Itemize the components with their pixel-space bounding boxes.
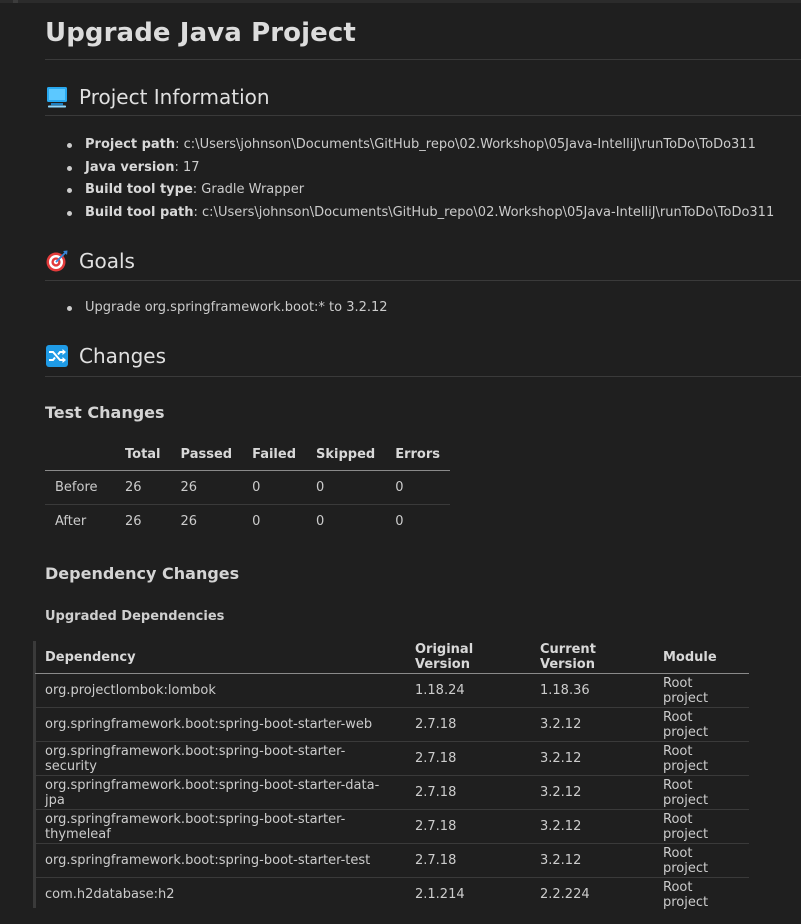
upgraded-dependencies-table: Dependency Original Version Current Vers… xyxy=(35,641,749,911)
column-header: Errors xyxy=(385,439,451,471)
table-cell: org.springframework.boot:spring-boot-sta… xyxy=(35,843,405,878)
table-cell: Before xyxy=(45,470,115,505)
table-cell: 26 xyxy=(180,514,198,529)
table-row: org.projectlombok:lombok 1.18.24 1.18.36 Ro… xyxy=(35,673,749,708)
table-cell: org.springframework.boot:spring-boot-sta… xyxy=(35,809,405,844)
table-cell: 0 xyxy=(252,514,261,529)
table-cell: 3.2.12 xyxy=(530,707,653,742)
project-info-heading-text: Project Information xyxy=(79,85,270,109)
list-item: Project path: c:\Users\johnson\Documents… xyxy=(45,134,774,157)
table-cell: Root project xyxy=(653,809,749,844)
project-info-heading: Project Information xyxy=(45,85,270,109)
table-cell: 3.2.12 xyxy=(530,775,653,810)
table-cell: Root project xyxy=(653,741,749,776)
table-header-row: Dependency Original Version Current Vers… xyxy=(35,641,749,674)
table-cell: 26 xyxy=(125,514,142,529)
list-item: Build tool type: Gradle Wrapper xyxy=(45,179,774,202)
list-item: Build tool path: c:\Users\johnson\Docume… xyxy=(45,202,774,225)
column-header: Original Version xyxy=(405,641,530,674)
goals-heading-text: Goals xyxy=(79,249,135,273)
build-tool-path-value: c:\Users\johnson\Documents\GitHub_repo\0… xyxy=(202,204,775,220)
column-header xyxy=(45,439,115,471)
table-cell: 0 xyxy=(242,470,307,505)
table-cell: Root project xyxy=(663,879,709,910)
table-cell: 2.7.18 xyxy=(405,741,530,776)
table-cell: org.projectlombok:lombok xyxy=(35,673,405,708)
table-cell: 2.1.214 xyxy=(415,887,465,902)
java-version-value: 17 xyxy=(182,159,200,175)
table-cell: 0 xyxy=(316,514,325,529)
table-cell: 0 xyxy=(306,470,386,505)
table-row: org.springframework.boot:spring-boot-sta… xyxy=(35,741,749,776)
target-icon xyxy=(45,249,69,273)
table-cell: org.springframework.boot:spring-boot-sta… xyxy=(35,741,405,776)
table-row: org.springframework.boot:spring-boot-sta… xyxy=(35,707,749,742)
item-label: Build tool type xyxy=(85,182,193,197)
table-cell: org.springframework.boot:spring-boot-sta… xyxy=(35,707,405,742)
table-cell: Root project xyxy=(653,843,749,878)
item-label: Java version xyxy=(85,159,175,175)
goals-divider xyxy=(45,280,801,281)
page-title: Upgrade Java Project xyxy=(45,18,356,48)
list-item: Upgrade org.springframework.boot:* to 3.… xyxy=(45,297,388,320)
table-cell: Root project xyxy=(653,707,749,742)
shuffle-icon xyxy=(45,344,69,368)
table-cell: 2.2.224 xyxy=(540,887,590,902)
column-header: Current Version xyxy=(530,641,653,674)
column-header: Total xyxy=(115,439,171,471)
build-tool-type-value: Gradle Wrapper xyxy=(201,182,305,197)
table-cell: After xyxy=(55,514,87,529)
column-header: Failed xyxy=(242,439,307,471)
table-cell: com.h2database:h2 xyxy=(45,887,175,902)
test-changes-table: Total Passed Failed Skipped Errors Befor… xyxy=(45,439,451,539)
table-cell: Root project xyxy=(653,673,749,708)
table-cell: 2.7.18 xyxy=(405,809,530,844)
item-label: Project path xyxy=(85,137,176,152)
column-header: Passed xyxy=(170,439,243,471)
table-cell: 3.2.12 xyxy=(530,843,653,878)
changes-heading: Changes xyxy=(45,344,166,368)
project-info-list: Project path: c:\Users\johnson\Documents… xyxy=(45,134,774,224)
test-changes-heading: Test Changes xyxy=(45,403,165,422)
table-cell: 3.2.12 xyxy=(530,809,653,844)
table-cell: 26 xyxy=(115,470,171,505)
column-header: Module xyxy=(653,641,749,674)
list-item: Java version: 17 xyxy=(45,157,774,180)
table-row: org.springframework.boot:spring-boot-sta… xyxy=(35,809,749,844)
table-cell: 1.18.36 xyxy=(530,673,653,708)
table-row: com.h2database:h2 2.1.214 2.2.224 Root proj… xyxy=(35,878,749,912)
table-header-row: Total Passed Failed Skipped Errors xyxy=(45,439,451,471)
table-cell: 2.7.18 xyxy=(405,707,530,742)
table-cell: org.springframework.boot:spring-boot-sta… xyxy=(35,775,405,810)
upgraded-dependencies-heading: Upgraded Dependencies xyxy=(45,609,225,624)
table-cell: 2.7.18 xyxy=(405,775,530,810)
table-row: After 26 26 0 0 0 xyxy=(45,505,450,539)
project-info-divider xyxy=(45,115,801,116)
changes-heading-text: Changes xyxy=(79,344,166,368)
table-cell: Root project xyxy=(653,775,749,810)
table-row: org.springframework.boot:spring-boot-sta… xyxy=(35,775,749,810)
table-cell: 3.2.12 xyxy=(530,741,653,776)
computer-icon xyxy=(45,85,69,109)
table-cell: 2.7.18 xyxy=(405,843,530,878)
table-cell: 0 xyxy=(385,470,451,505)
table-cell: 1.18.24 xyxy=(405,673,530,708)
changes-divider xyxy=(45,376,801,377)
goals-heading: Goals xyxy=(45,249,135,273)
table-cell: 26 xyxy=(170,470,243,505)
tab-indicator xyxy=(13,0,18,3)
table-cell: 0 xyxy=(395,514,404,529)
item-label: Build tool path xyxy=(85,204,194,220)
editor-tab-strip xyxy=(0,0,801,3)
table-row: Before 26 26 0 0 0 xyxy=(45,470,451,505)
table-row: org.springframework.boot:spring-boot-sta… xyxy=(35,843,749,878)
title-divider xyxy=(45,59,801,60)
goals-list: Upgrade org.springframework.boot:* to 3.… xyxy=(45,297,388,320)
column-header: Dependency xyxy=(35,641,405,674)
project-path-value: c:\Users\johnson\Documents\GitHub_repo\0… xyxy=(183,137,756,152)
goal-text: Upgrade org.springframework.boot:* to 3.… xyxy=(85,300,388,315)
dependency-changes-heading: Dependency Changes xyxy=(45,564,240,583)
column-header: Skipped xyxy=(306,439,386,471)
